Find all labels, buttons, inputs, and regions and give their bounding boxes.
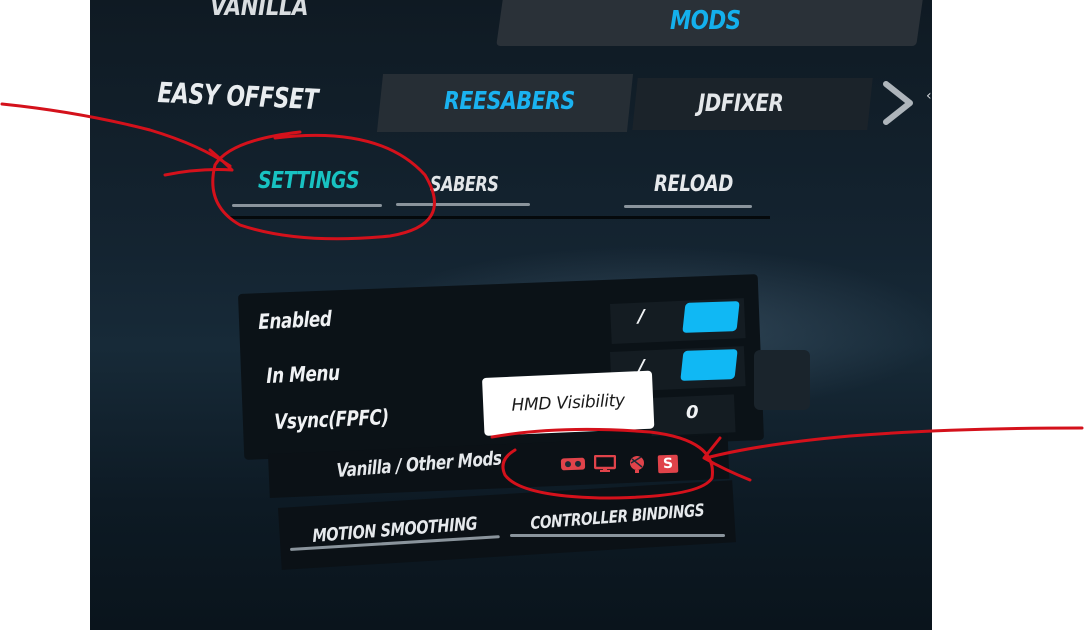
sabers-button[interactable]: SABERS — [430, 172, 499, 196]
reload-button[interactable]: RELOAD — [654, 172, 733, 197]
game-menu-scene: VANILLA MODS EASY OFFSET REESABERS JDFIX… — [90, 0, 932, 630]
tab-vanilla[interactable]: VANILLA — [210, 0, 309, 22]
tooltip-text: HMD Visibility — [511, 390, 626, 416]
chevron-left-small-icon: ‹ — [926, 88, 932, 104]
settings-button[interactable]: SETTINGS — [258, 168, 360, 194]
tab-easy-offset[interactable]: EASY OFFSET — [157, 76, 318, 116]
in-menu-toggle[interactable] — [680, 349, 738, 381]
enabled-label: Enabled — [258, 306, 332, 334]
divider — [230, 216, 770, 219]
in-menu-label: In Menu — [266, 360, 340, 388]
globe-icon[interactable] — [626, 454, 648, 474]
tab-mods[interactable]: MODS — [670, 6, 741, 36]
sabers-underline — [396, 203, 530, 206]
vsync-value[interactable]: 0 — [686, 402, 699, 423]
vsync-label: Vsync(FPFC) — [274, 405, 390, 434]
panel-side-knob — [754, 350, 810, 410]
enabled-toggle[interactable] — [682, 301, 740, 333]
streaming-s-icon[interactable]: S — [657, 454, 679, 474]
controller-bindings-underline — [510, 534, 725, 537]
tab-jdfixer[interactable]: JDFIXER — [698, 89, 784, 117]
enabled-separator: / — [638, 306, 645, 327]
vr-headset-icon[interactable] — [560, 456, 587, 473]
tab-reesabers[interactable]: REESABERS — [444, 86, 575, 115]
chevron-right-icon[interactable] — [878, 80, 920, 126]
hmd-visibility-tooltip: HMD Visibility — [482, 370, 655, 436]
reload-underline — [624, 205, 752, 208]
monitor-icon[interactable] — [593, 454, 617, 473]
settings-underline — [232, 204, 382, 207]
